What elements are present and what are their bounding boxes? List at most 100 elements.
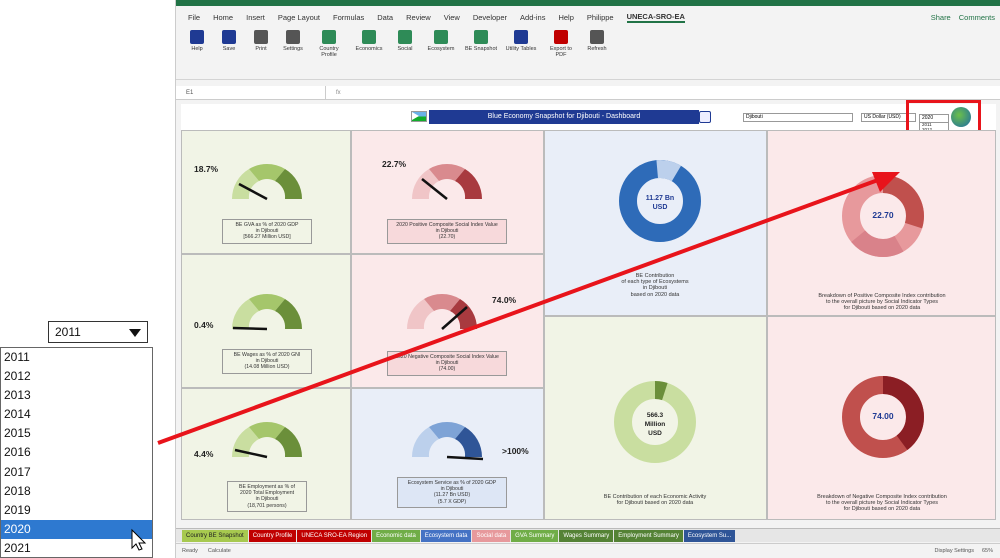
sheet-tab-bar: Country BE Snapshot Country Profile UNECA …: [176, 528, 1000, 542]
ribbon-button-label: Ecosystem: [427, 46, 455, 52]
chevron-down-icon[interactable]: [129, 329, 141, 337]
ribbon-button[interactable]: Ecosystem: [424, 26, 458, 79]
negative-index-gauge-panel: 74.0% 2020 Negative Composite Social Ind…: [351, 254, 544, 388]
ribbon-button[interactable]: Refresh: [584, 26, 610, 79]
economic-donut-center: 566.3 Million USD: [644, 412, 666, 437]
sheet-tab[interactable]: GVA Summary: [511, 529, 559, 542]
ribbon-button-label: Save: [222, 46, 236, 52]
economic-donut-panel: 566.3 Million USD BE Contribution of each …: [544, 316, 767, 520]
sheet-tab[interactable]: Country Profile: [248, 529, 297, 542]
economic-donut-caption: BE Contribution of each Economic Activit…: [603, 494, 707, 507]
display-settings-button[interactable]: Display Settings: [935, 548, 974, 554]
wages-pct: 0.4%: [194, 320, 214, 330]
status-bar: Ready Calculate Display Settings 65%: [176, 543, 1000, 558]
sheet-tab[interactable]: Employment Summary: [614, 529, 683, 542]
dashboard-title: Blue Economy Snapshot for Djibouti - Das…: [429, 110, 699, 124]
ribbon-button[interactable]: Print: [248, 26, 274, 79]
gva-gauge-panel: 18.7% BE GVA as % of 2020 GDP in Djibouti…: [181, 130, 351, 254]
menu-item[interactable]: Formulas: [333, 13, 364, 22]
ribbon-button[interactable]: Help: [184, 26, 210, 79]
menu-right: Share Comments: [931, 13, 1000, 22]
ribbon-button[interactable]: Country Profile: [312, 26, 346, 79]
dashboard-sheet: Blue Economy Snapshot for Djibouti - Das…: [181, 100, 996, 520]
year-option[interactable]: 2014: [1, 405, 152, 424]
year-option[interactable]: 2015: [1, 424, 152, 443]
status-calculate[interactable]: Calculate: [208, 548, 231, 554]
gva-pct: 18.7%: [194, 164, 219, 174]
ribbon-button[interactable]: BE Snapshot: [464, 26, 498, 79]
menu-item[interactable]: Data: [377, 13, 393, 22]
year-option[interactable]: 2012: [1, 367, 152, 386]
sheet-tab[interactable]: Ecosystem data: [420, 529, 472, 542]
menu-item[interactable]: Review: [406, 13, 431, 22]
gva-caption: BE GVA as % of 2020 GDP in Djibouti [566.2…: [222, 219, 312, 244]
employment-gauge-panel: 4.4% BE Employment as % of 2020 Total Emp…: [181, 388, 351, 520]
sheet-tab[interactable]: Economic data: [372, 529, 420, 542]
menu-item[interactable]: Philippe: [587, 13, 614, 22]
fx-icon: fx: [336, 89, 341, 96]
menu-item[interactable]: Insert: [246, 13, 265, 22]
year-option[interactable]: 2017: [1, 463, 152, 482]
year-option[interactable]: 2011: [1, 348, 152, 367]
positive-index-caption: 2020 Positive Composite Social Index Val…: [387, 219, 507, 244]
ribbon-button-label: Export to PDF: [549, 46, 572, 58]
country-dropdown[interactable]: Djibouti: [743, 113, 853, 122]
year-list[interactable]: 2011 2012 2013 2014 2015 2016 2017 2018 2019 2020…: [0, 347, 153, 558]
formula-bar: E1 fx: [176, 86, 1000, 100]
year-dropdown-zoomed[interactable]: 2011: [48, 321, 148, 343]
menu-item[interactable]: Developer: [473, 13, 507, 22]
ecosystem-caption: Ecosystem Service as % of 2020 GDP in Dji…: [397, 477, 507, 508]
negative-index-gauge: [407, 294, 477, 330]
employment-caption: BE Employment as % of 2020 Total Employme…: [227, 481, 307, 512]
ribbon-button-label: Economics: [355, 46, 383, 52]
sheet-tab[interactable]: Social data: [472, 529, 511, 542]
employment-pct: 4.4%: [194, 449, 214, 459]
ribbon-button-icon: [590, 30, 604, 44]
ribbon-toolbar: Help Save Print Settings Country Profile Econ…: [176, 26, 1000, 80]
negative-index-pct: 74.0%: [492, 295, 517, 305]
employment-gauge: [232, 422, 302, 459]
menu-item[interactable]: Page Layout: [278, 13, 320, 22]
name-box[interactable]: E1: [176, 86, 326, 99]
year-option[interactable]: 2019: [1, 501, 152, 520]
menu-item[interactable]: Add-ins: [520, 13, 545, 22]
menu-item[interactable]: Help: [558, 13, 573, 22]
negative-breakdown-center: 74.00: [872, 411, 894, 421]
sheet-tab[interactable]: UNECA SRO-EA Region: [297, 529, 372, 542]
year-option[interactable]: 2016: [1, 443, 152, 462]
menu-item[interactable]: UNECA-SRO-EA: [626, 12, 685, 23]
share-button[interactable]: Share: [931, 13, 951, 22]
year-option[interactable]: 2013: [1, 386, 152, 405]
sheet-tab[interactable]: Country BE Snapshot: [182, 529, 248, 542]
sheet-tab[interactable]: Ecosystem Su...: [683, 529, 736, 542]
ribbon-button-label: Print: [255, 46, 267, 52]
wages-caption: BE Wages as % of 2020 GNI in Djibouti (14.…: [222, 349, 312, 374]
ribbon-button[interactable]: Economics: [352, 26, 386, 79]
ribbon-button[interactable]: Utility Tables: [504, 26, 538, 79]
ribbon-button-label: Help: [191, 46, 203, 52]
wages-gauge-panel: 0.4% BE Wages as % of 2020 GNI in Djibout…: [181, 254, 351, 388]
ecosystem-gauge-panel: >100% Ecosystem Service as % of 2020 GDP…: [351, 388, 544, 520]
ribbon-button-icon: [398, 30, 412, 44]
positive-breakdown-center: 22.70: [872, 210, 894, 220]
menu-item[interactable]: Home: [213, 13, 233, 22]
sheet-tab[interactable]: Wages Summary: [559, 529, 614, 542]
year-option[interactable]: 2018: [1, 482, 152, 501]
zoom-level[interactable]: 65%: [982, 548, 993, 554]
ribbon-button-label: Settings: [283, 46, 303, 52]
ribbon-button-icon: [254, 30, 268, 44]
comments-button[interactable]: Comments: [959, 13, 995, 22]
ribbon-button-label: Country Profile: [319, 46, 339, 58]
menu-item[interactable]: File: [188, 13, 200, 22]
ribbon-button-icon: [554, 30, 568, 44]
ecosystem-gauge: [412, 422, 484, 461]
ribbon-button[interactable]: Save: [216, 26, 242, 79]
ribbon-button-icon: [322, 30, 336, 44]
ecosystem-donut-panel: 11.27 Bn USD BE Contribution of each type …: [544, 130, 767, 316]
menu-item[interactable]: View: [444, 13, 460, 22]
ribbon-button[interactable]: Export to PDF: [544, 26, 578, 79]
ribbon-button[interactable]: Social: [392, 26, 418, 79]
ecosystem-donut-caption: BE Contribution of each type of Ecosystem…: [621, 273, 689, 298]
ribbon-button[interactable]: Settings: [280, 26, 306, 79]
ecosystem-pct: >100%: [502, 446, 529, 456]
